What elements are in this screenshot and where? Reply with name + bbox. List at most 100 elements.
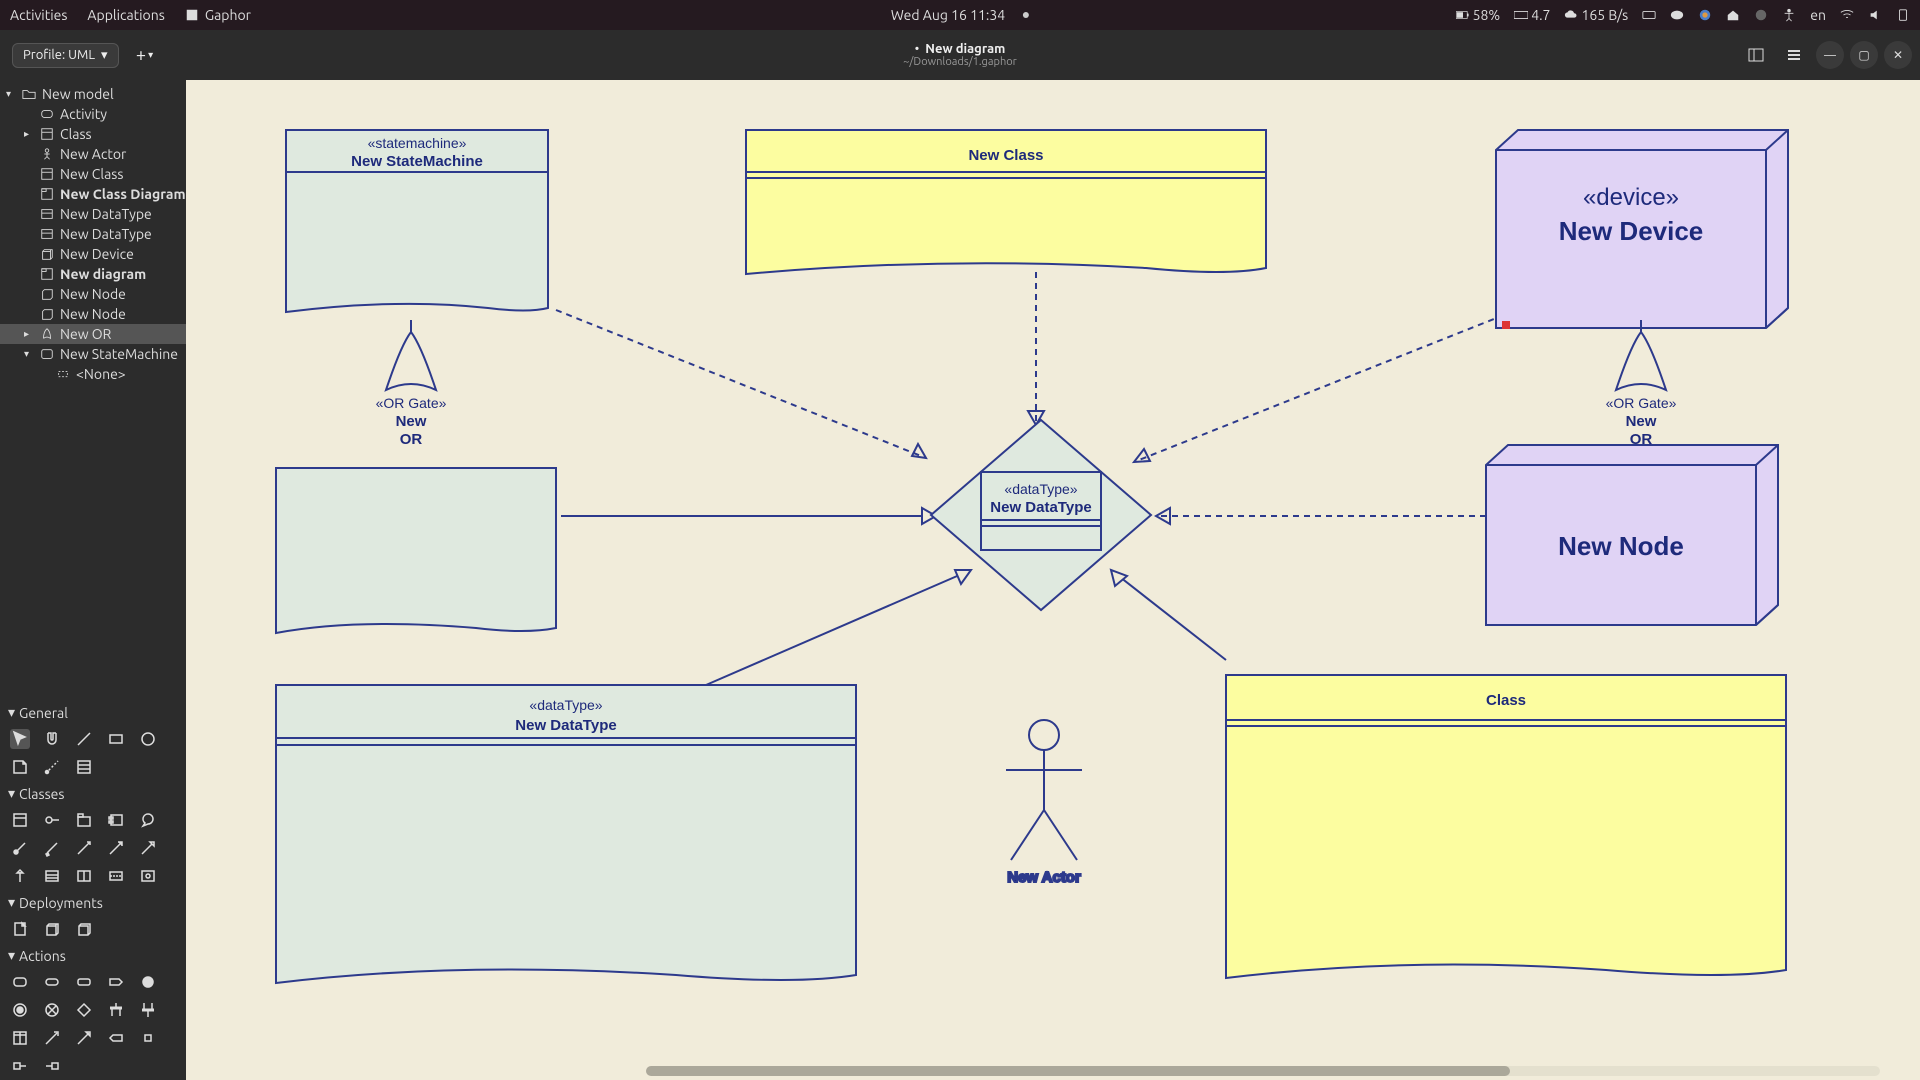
component-tool[interactable]	[106, 810, 126, 830]
fork-node-tool[interactable]	[106, 1000, 126, 1020]
maximize-button[interactable]: ▢	[1850, 41, 1878, 69]
pointer-tool[interactable]	[10, 729, 30, 749]
tree-item[interactable]: New Class	[0, 164, 186, 184]
class-element-top[interactable]: New Class	[746, 130, 1266, 274]
palette-section-actions[interactable]: ▾Actions	[0, 943, 186, 968]
dependency-tool[interactable]	[106, 838, 126, 858]
notification-dot-icon[interactable]	[1023, 12, 1029, 18]
tree-root[interactable]: ▾ New model	[0, 84, 186, 104]
clock[interactable]: Wed Aug 16 11:34	[891, 7, 1005, 23]
tree-item[interactable]: New Node	[0, 284, 186, 304]
new-button[interactable]: +▾	[129, 39, 161, 71]
comment-tool[interactable]	[10, 757, 30, 777]
empty-element-left[interactable]	[276, 468, 556, 633]
connection-handle-icon[interactable]	[1502, 321, 1510, 329]
or-gate-element-left[interactable]: «OR Gate» New OR	[376, 320, 447, 448]
instance-tool[interactable]	[138, 866, 158, 886]
hamburger-menu-button[interactable]	[1778, 39, 1810, 71]
palette-section-classes[interactable]: ▾Classes	[0, 781, 186, 806]
datatype-tool[interactable]	[42, 866, 62, 886]
sidebar-toggle-button[interactable]	[1740, 39, 1772, 71]
tree-item[interactable]: New DataType	[0, 224, 186, 244]
node-tool[interactable]	[42, 919, 62, 939]
tree-item[interactable]: New DataType	[0, 204, 186, 224]
send-signal-tool[interactable]	[106, 972, 126, 992]
class-tool[interactable]	[10, 810, 30, 830]
actor-element[interactable]: New Actor	[1006, 720, 1082, 886]
datatype-element-big[interactable]: «dataType» New DataType	[276, 685, 856, 983]
comment-line-tool[interactable]	[42, 757, 62, 777]
accessibility-icon[interactable]	[1782, 8, 1796, 22]
object-node-tool[interactable]	[74, 972, 94, 992]
discord-icon[interactable]	[1670, 8, 1684, 22]
enumeration-tool[interactable]	[138, 810, 158, 830]
decision-node-tool[interactable]	[74, 1000, 94, 1020]
minimize-button[interactable]: —	[1816, 41, 1844, 69]
magnet-tool[interactable]	[42, 729, 62, 749]
flow-final-tool[interactable]	[42, 1000, 62, 1020]
current-app-indicator[interactable]: Gaphor	[185, 7, 251, 23]
tree-item[interactable]: New diagram	[0, 264, 186, 284]
composition-tool[interactable]	[42, 838, 62, 858]
class-element-bottom[interactable]: Class	[1226, 675, 1786, 978]
final-node-tool[interactable]	[10, 1000, 30, 1020]
accept-event-tool[interactable]	[106, 1028, 126, 1048]
browser-icon[interactable]	[1698, 8, 1712, 22]
battery-indicator[interactable]: 58%	[1456, 7, 1501, 23]
close-button[interactable]: ✕	[1884, 41, 1912, 69]
object-flow-tool[interactable]	[74, 1028, 94, 1048]
artifact-tool[interactable]	[10, 919, 30, 939]
tree-item-selected[interactable]: ▸New OR	[0, 324, 186, 344]
tree-item[interactable]: New Actor	[0, 144, 186, 164]
palette-section-general[interactable]: ▾General	[0, 700, 186, 725]
horizontal-scrollbar[interactable]	[646, 1066, 1880, 1076]
initial-node-tool[interactable]	[138, 972, 158, 992]
tree-item[interactable]: <None>	[0, 364, 186, 384]
partition-tool[interactable]	[10, 1028, 30, 1048]
metadata-tool[interactable]	[74, 757, 94, 777]
or-gate-element-right[interactable]: «OR Gate» New OR	[1606, 320, 1677, 448]
palette-section-deployments[interactable]: ▾Deployments	[0, 890, 186, 915]
interface-tool[interactable]	[42, 810, 62, 830]
network-indicator[interactable]: 165 B/s	[1564, 7, 1628, 23]
home-icon[interactable]	[1726, 8, 1740, 22]
wifi-icon[interactable]	[1840, 8, 1854, 22]
device-tool[interactable]	[74, 919, 94, 939]
node-element[interactable]: New Node	[1486, 445, 1778, 625]
tree-item[interactable]: New Node	[0, 304, 186, 324]
primitive-tool[interactable]	[106, 866, 126, 886]
realize-tool[interactable]	[10, 866, 30, 886]
ram-indicator[interactable]: 4.7	[1514, 7, 1550, 23]
activities-button[interactable]: Activities	[10, 7, 67, 23]
activity-tool[interactable]	[10, 972, 30, 992]
tree-item[interactable]: New Device	[0, 244, 186, 264]
tree-item[interactable]: Activity	[0, 104, 186, 124]
circle-icon[interactable]	[1754, 8, 1768, 22]
profile-selector[interactable]: Profile: UML ▾	[12, 43, 119, 68]
association-tool[interactable]	[74, 838, 94, 858]
box-tool[interactable]	[106, 729, 126, 749]
input-pin-tool[interactable]	[10, 1056, 30, 1076]
language-indicator[interactable]: en	[1810, 7, 1826, 23]
generalization-tool[interactable]	[138, 838, 158, 858]
pin-tool[interactable]	[138, 1028, 158, 1048]
package-tool[interactable]	[74, 810, 94, 830]
tree-item[interactable]: ▸Class	[0, 124, 186, 144]
output-pin-tool[interactable]	[42, 1056, 62, 1076]
tree-item[interactable]: ▾New StateMachine	[0, 344, 186, 364]
volume-icon[interactable]	[1868, 8, 1882, 22]
line-tool[interactable]	[74, 729, 94, 749]
device-element[interactable]: «device» New Device	[1496, 130, 1788, 329]
power-icon[interactable]	[1896, 8, 1910, 22]
action-tool[interactable]	[42, 972, 62, 992]
keyboard-icon[interactable]	[1642, 8, 1656, 22]
tree-item[interactable]: New Class Diagram	[0, 184, 186, 204]
join-node-tool[interactable]	[138, 1000, 158, 1020]
containment-tool[interactable]	[10, 838, 30, 858]
ellipse-tool[interactable]	[138, 729, 158, 749]
applications-button[interactable]: Applications	[87, 7, 164, 23]
control-flow-tool[interactable]	[42, 1028, 62, 1048]
stereotype-tool[interactable]	[74, 866, 94, 886]
diagram-canvas[interactable]: «statemachine» New StateMachine New Clas…	[186, 80, 1920, 1080]
statemachine-element[interactable]: «statemachine» New StateMachine	[286, 130, 548, 312]
